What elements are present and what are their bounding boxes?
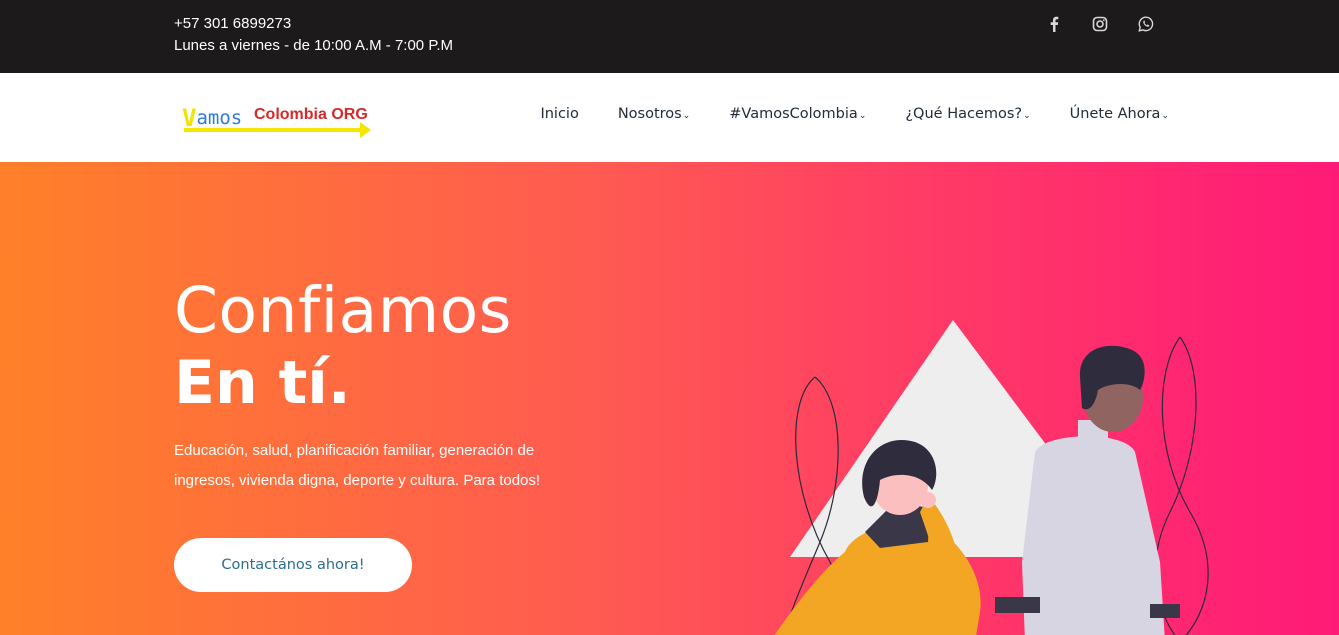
hero-section: Confiamos En tí. Educación, salud, plani… bbox=[0, 162, 1339, 635]
chevron-down-icon: ⌄ bbox=[858, 111, 867, 121]
nav-item-que-hacemos[interactable]: ¿Qué Hacemos? ⌄ bbox=[905, 106, 1030, 122]
chevron-down-icon: ⌄ bbox=[682, 111, 691, 121]
logo-arrow-head bbox=[360, 122, 371, 138]
chevron-down-icon: ⌄ bbox=[1161, 111, 1169, 121]
site-header: Vamos Colombia ORG Inicio Nosotros ⌄ #Vam… bbox=[0, 73, 1339, 162]
illustration-loop-right bbox=[1154, 336, 1209, 635]
hero-illustration bbox=[774, 320, 1209, 635]
hero-description: Educación, salud, planificación familiar… bbox=[174, 442, 541, 489]
business-hours: Lunes a viernes - de 10:00 A.M - 7:00 P.… bbox=[174, 37, 454, 54]
nav-item-vamoscolombia[interactable]: #VamosColombia ⌄ bbox=[729, 106, 866, 122]
main-nav: Inicio Nosotros ⌄ #VamosColombia ⌄ ¿Qué Ha… bbox=[501, 106, 1169, 122]
hero-title-bold: En tí. bbox=[174, 348, 351, 418]
nav-item-unete-ahora[interactable]: Únete Ahora ⌄ bbox=[1070, 106, 1169, 122]
instagram-icon[interactable] bbox=[1077, 14, 1123, 34]
logo-text-vamos: Vamos bbox=[182, 104, 243, 132]
top-bar: +57 301 6899273 Lunes a viernes - de 10:… bbox=[0, 0, 1339, 73]
logo-arrow-shaft bbox=[184, 128, 364, 132]
nav-item-nosotros[interactable]: Nosotros ⌄ bbox=[618, 106, 690, 122]
site-logo[interactable]: Vamos Colombia ORG bbox=[180, 97, 371, 138]
hero-title-light: Confiamos bbox=[174, 274, 512, 347]
whatsapp-icon[interactable] bbox=[1123, 14, 1169, 34]
chevron-down-icon: ⌄ bbox=[1023, 111, 1031, 121]
phone-number[interactable]: +57 301 6899273 bbox=[174, 13, 453, 35]
contact-now-button[interactable]: Contactános ahora! bbox=[174, 538, 412, 592]
social-links bbox=[1031, 14, 1169, 34]
logo-text-colombia: Colombia ORG bbox=[254, 106, 368, 123]
nav-item-inicio[interactable]: Inicio bbox=[540, 106, 578, 122]
facebook-icon[interactable] bbox=[1031, 14, 1077, 34]
contact-info: +57 301 6899273 Lunes a viernes - de 10:… bbox=[174, 13, 453, 57]
